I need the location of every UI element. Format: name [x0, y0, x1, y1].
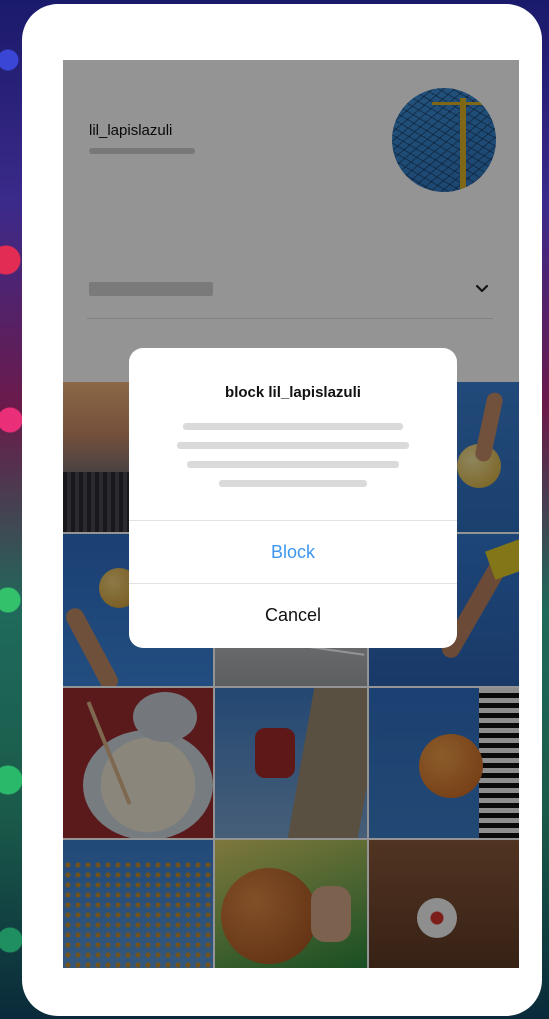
block-button[interactable]: Block — [129, 521, 457, 583]
message-line-3 — [187, 461, 399, 468]
message-line-2 — [177, 442, 409, 449]
app-screen: lil_lapislazuli block lil_lapislazuli Bl… — [63, 60, 519, 968]
dialog-title: block lil_lapislazuli — [225, 384, 361, 401]
message-line-1 — [183, 423, 403, 430]
message-line-4 — [219, 480, 367, 487]
cancel-button[interactable]: Cancel — [129, 584, 457, 646]
block-confirm-dialog: block lil_lapislazuli Block Cancel — [129, 348, 457, 648]
